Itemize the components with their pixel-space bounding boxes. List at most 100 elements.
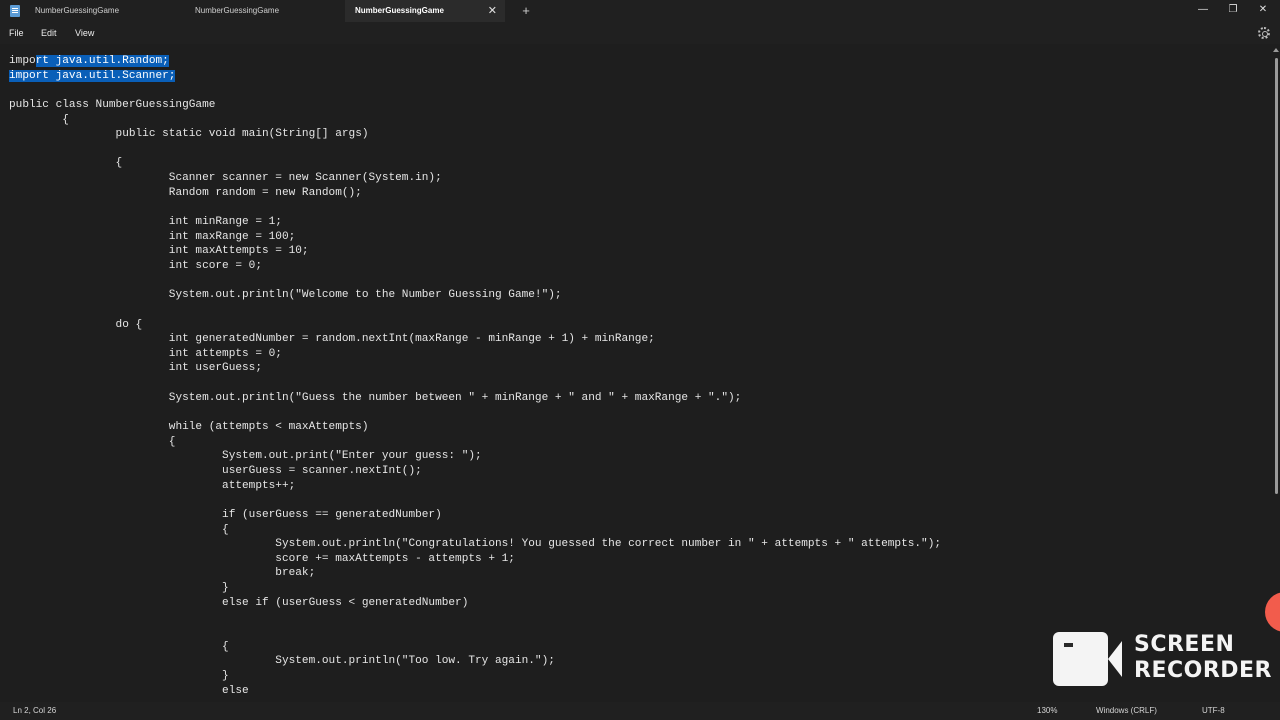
code-line[interactable]	[9, 274, 941, 289]
code-text-segment: {	[9, 523, 229, 536]
code-line[interactable]	[9, 625, 941, 640]
code-text-segment: Random random = new Random();	[9, 186, 362, 199]
scroll-up-arrow-icon[interactable]	[1273, 48, 1279, 52]
code-line[interactable]	[9, 303, 941, 318]
code-text-segment: int maxAttempts = 10;	[9, 245, 309, 258]
selected-text: rt java.util.Random;	[35, 55, 169, 67]
status-bar: Ln 2, Col 26 130% Windows (CRLF) UTF-8	[0, 702, 1280, 720]
scrollbar-thumb[interactable]	[1275, 58, 1278, 494]
code-line[interactable]: int maxRange = 100;	[9, 230, 941, 245]
watermark-line-1: SCREEN	[1134, 632, 1235, 657]
code-line[interactable]: int generatedNumber = random.nextInt(max…	[9, 332, 941, 347]
code-line[interactable]: import java.util.Scanner;	[9, 69, 941, 84]
code-line[interactable]: {	[9, 523, 941, 538]
code-line[interactable]: Random random = new Random();	[9, 186, 941, 201]
screen-recorder-watermark: SCREEN RECORDER	[1052, 631, 1272, 689]
zoom-level[interactable]: 130%	[1037, 702, 1057, 720]
code-text-segment: userGuess = scanner.nextInt();	[9, 464, 422, 477]
code-line[interactable]: System.out.print("Enter your guess: ");	[9, 449, 941, 464]
selected-text: import java.util.Scanner;	[9, 69, 176, 82]
tab-3-active[interactable]: NumberGuessingGame ✕	[345, 0, 505, 22]
code-text-segment: else	[9, 684, 249, 697]
maximize-button[interactable]: ❐	[1218, 0, 1248, 22]
code-line[interactable]: score += maxAttempts - attempts + 1;	[9, 552, 941, 567]
code-text-segment: {	[9, 435, 176, 448]
code-line[interactable]	[9, 405, 941, 420]
code-line[interactable]: Scanner scanner = new Scanner(System.in)…	[9, 171, 941, 186]
code-line[interactable]: userGuess = scanner.nextInt();	[9, 464, 941, 479]
code-text-segment: do {	[9, 318, 143, 331]
tab-3-label: NumberGuessingGame	[355, 6, 444, 15]
code-text-segment: System.out.println("Guess the number bet…	[9, 391, 742, 404]
code-text-segment: attempts++;	[9, 479, 296, 492]
code-line[interactable]: System.out.println("Congratulations! You…	[9, 537, 941, 552]
line-ending[interactable]: Windows (CRLF)	[1096, 702, 1157, 720]
code-line[interactable]: public static void main(String[] args)	[9, 127, 941, 142]
tab-2[interactable]: NumberGuessingGame	[195, 0, 355, 22]
code-line[interactable]: System.out.println("Too low. Try again."…	[9, 654, 941, 669]
minimize-button[interactable]: —	[1188, 0, 1218, 22]
code-line[interactable]: int minRange = 1;	[9, 215, 941, 230]
code-text[interactable]: import java.util.Random; import java.util…	[9, 54, 941, 698]
code-line[interactable]: do {	[9, 318, 941, 333]
code-text-segment: int maxRange = 100;	[9, 230, 296, 243]
code-text-segment: System.out.print("Enter your guess: ");	[9, 450, 482, 463]
code-line[interactable]: {	[9, 156, 941, 171]
tab-1[interactable]: NumberGuessingGame	[35, 0, 195, 22]
encoding[interactable]: UTF-8	[1202, 702, 1225, 720]
code-text-segment: }	[9, 669, 229, 682]
code-line[interactable]: while (attempts < maxAttempts)	[9, 420, 941, 435]
code-line[interactable]: else	[9, 684, 941, 699]
tab-close-icon[interactable]: ✕	[488, 0, 497, 22]
code-line[interactable]: public class NumberGuessingGame	[9, 98, 941, 113]
menu-view[interactable]: View	[75, 22, 94, 44]
code-text-segment: public class NumberGuessingGame	[9, 98, 216, 111]
code-line[interactable]: {	[9, 435, 941, 450]
code-line[interactable]: else if (userGuess < generatedNumber)	[9, 596, 941, 611]
code-text-segment: System.out.println("Congratulations! You…	[9, 538, 942, 551]
text-editor[interactable]: import java.util.Random; import java.util…	[0, 44, 1272, 702]
code-text-segment: int score = 0;	[9, 259, 262, 272]
code-line[interactable]: int userGuess;	[9, 361, 941, 376]
menu-edit[interactable]: Edit	[41, 22, 57, 44]
settings-gear-icon[interactable]	[1258, 27, 1270, 39]
code-line[interactable]	[9, 493, 941, 508]
notepad-app-icon	[10, 5, 20, 17]
code-line[interactable]: import java.util.Random;	[9, 54, 941, 69]
code-text-segment: {	[9, 640, 229, 653]
code-line[interactable]: int maxAttempts = 10;	[9, 244, 941, 259]
code-line[interactable]	[9, 610, 941, 625]
code-text-segment: {	[9, 113, 69, 126]
tab-2-label: NumberGuessingGame	[195, 6, 280, 15]
code-text-segment: else if (userGuess < generatedNumber)	[9, 596, 469, 609]
code-line[interactable]: break;	[9, 566, 941, 581]
code-text-segment: {	[9, 157, 123, 170]
code-text-segment: int attempts = 0;	[9, 347, 282, 360]
code-line[interactable]: }	[9, 581, 941, 596]
code-text-segment: while (attempts < maxAttempts)	[9, 421, 369, 434]
tab-1-label: NumberGuessingGame	[35, 6, 120, 15]
menu-file[interactable]: File	[9, 22, 24, 44]
title-bar: NumberGuessingGame NumberGuessingGame Nu…	[0, 0, 1280, 22]
code-line[interactable]: }	[9, 669, 941, 684]
code-line[interactable]: System.out.println("Guess the number bet…	[9, 391, 941, 406]
code-line[interactable]	[9, 83, 941, 98]
code-line[interactable]: {	[9, 640, 941, 655]
new-tab-button[interactable]: +	[519, 0, 533, 22]
code-line[interactable]: int score = 0;	[9, 259, 941, 274]
code-line[interactable]	[9, 376, 941, 391]
code-text-segment: public static void main(String[] args)	[9, 128, 369, 141]
code-line[interactable]: System.out.println("Welcome to the Numbe…	[9, 288, 941, 303]
code-line[interactable]	[9, 200, 941, 215]
code-text-segment: int userGuess;	[9, 362, 262, 375]
code-line[interactable]: int attempts = 0;	[9, 347, 941, 362]
close-window-button[interactable]: ✕	[1248, 0, 1278, 22]
code-line[interactable]: if (userGuess == generatedNumber)	[9, 508, 941, 523]
code-text-segment: impo	[9, 55, 36, 67]
cursor-position[interactable]: Ln 2, Col 26	[13, 702, 56, 720]
watermark-line-2: RECORDER	[1134, 658, 1272, 683]
code-line[interactable]	[9, 142, 941, 157]
code-line[interactable]: attempts++;	[9, 479, 941, 494]
code-text-segment: break;	[9, 567, 316, 580]
code-line[interactable]: {	[9, 113, 941, 128]
